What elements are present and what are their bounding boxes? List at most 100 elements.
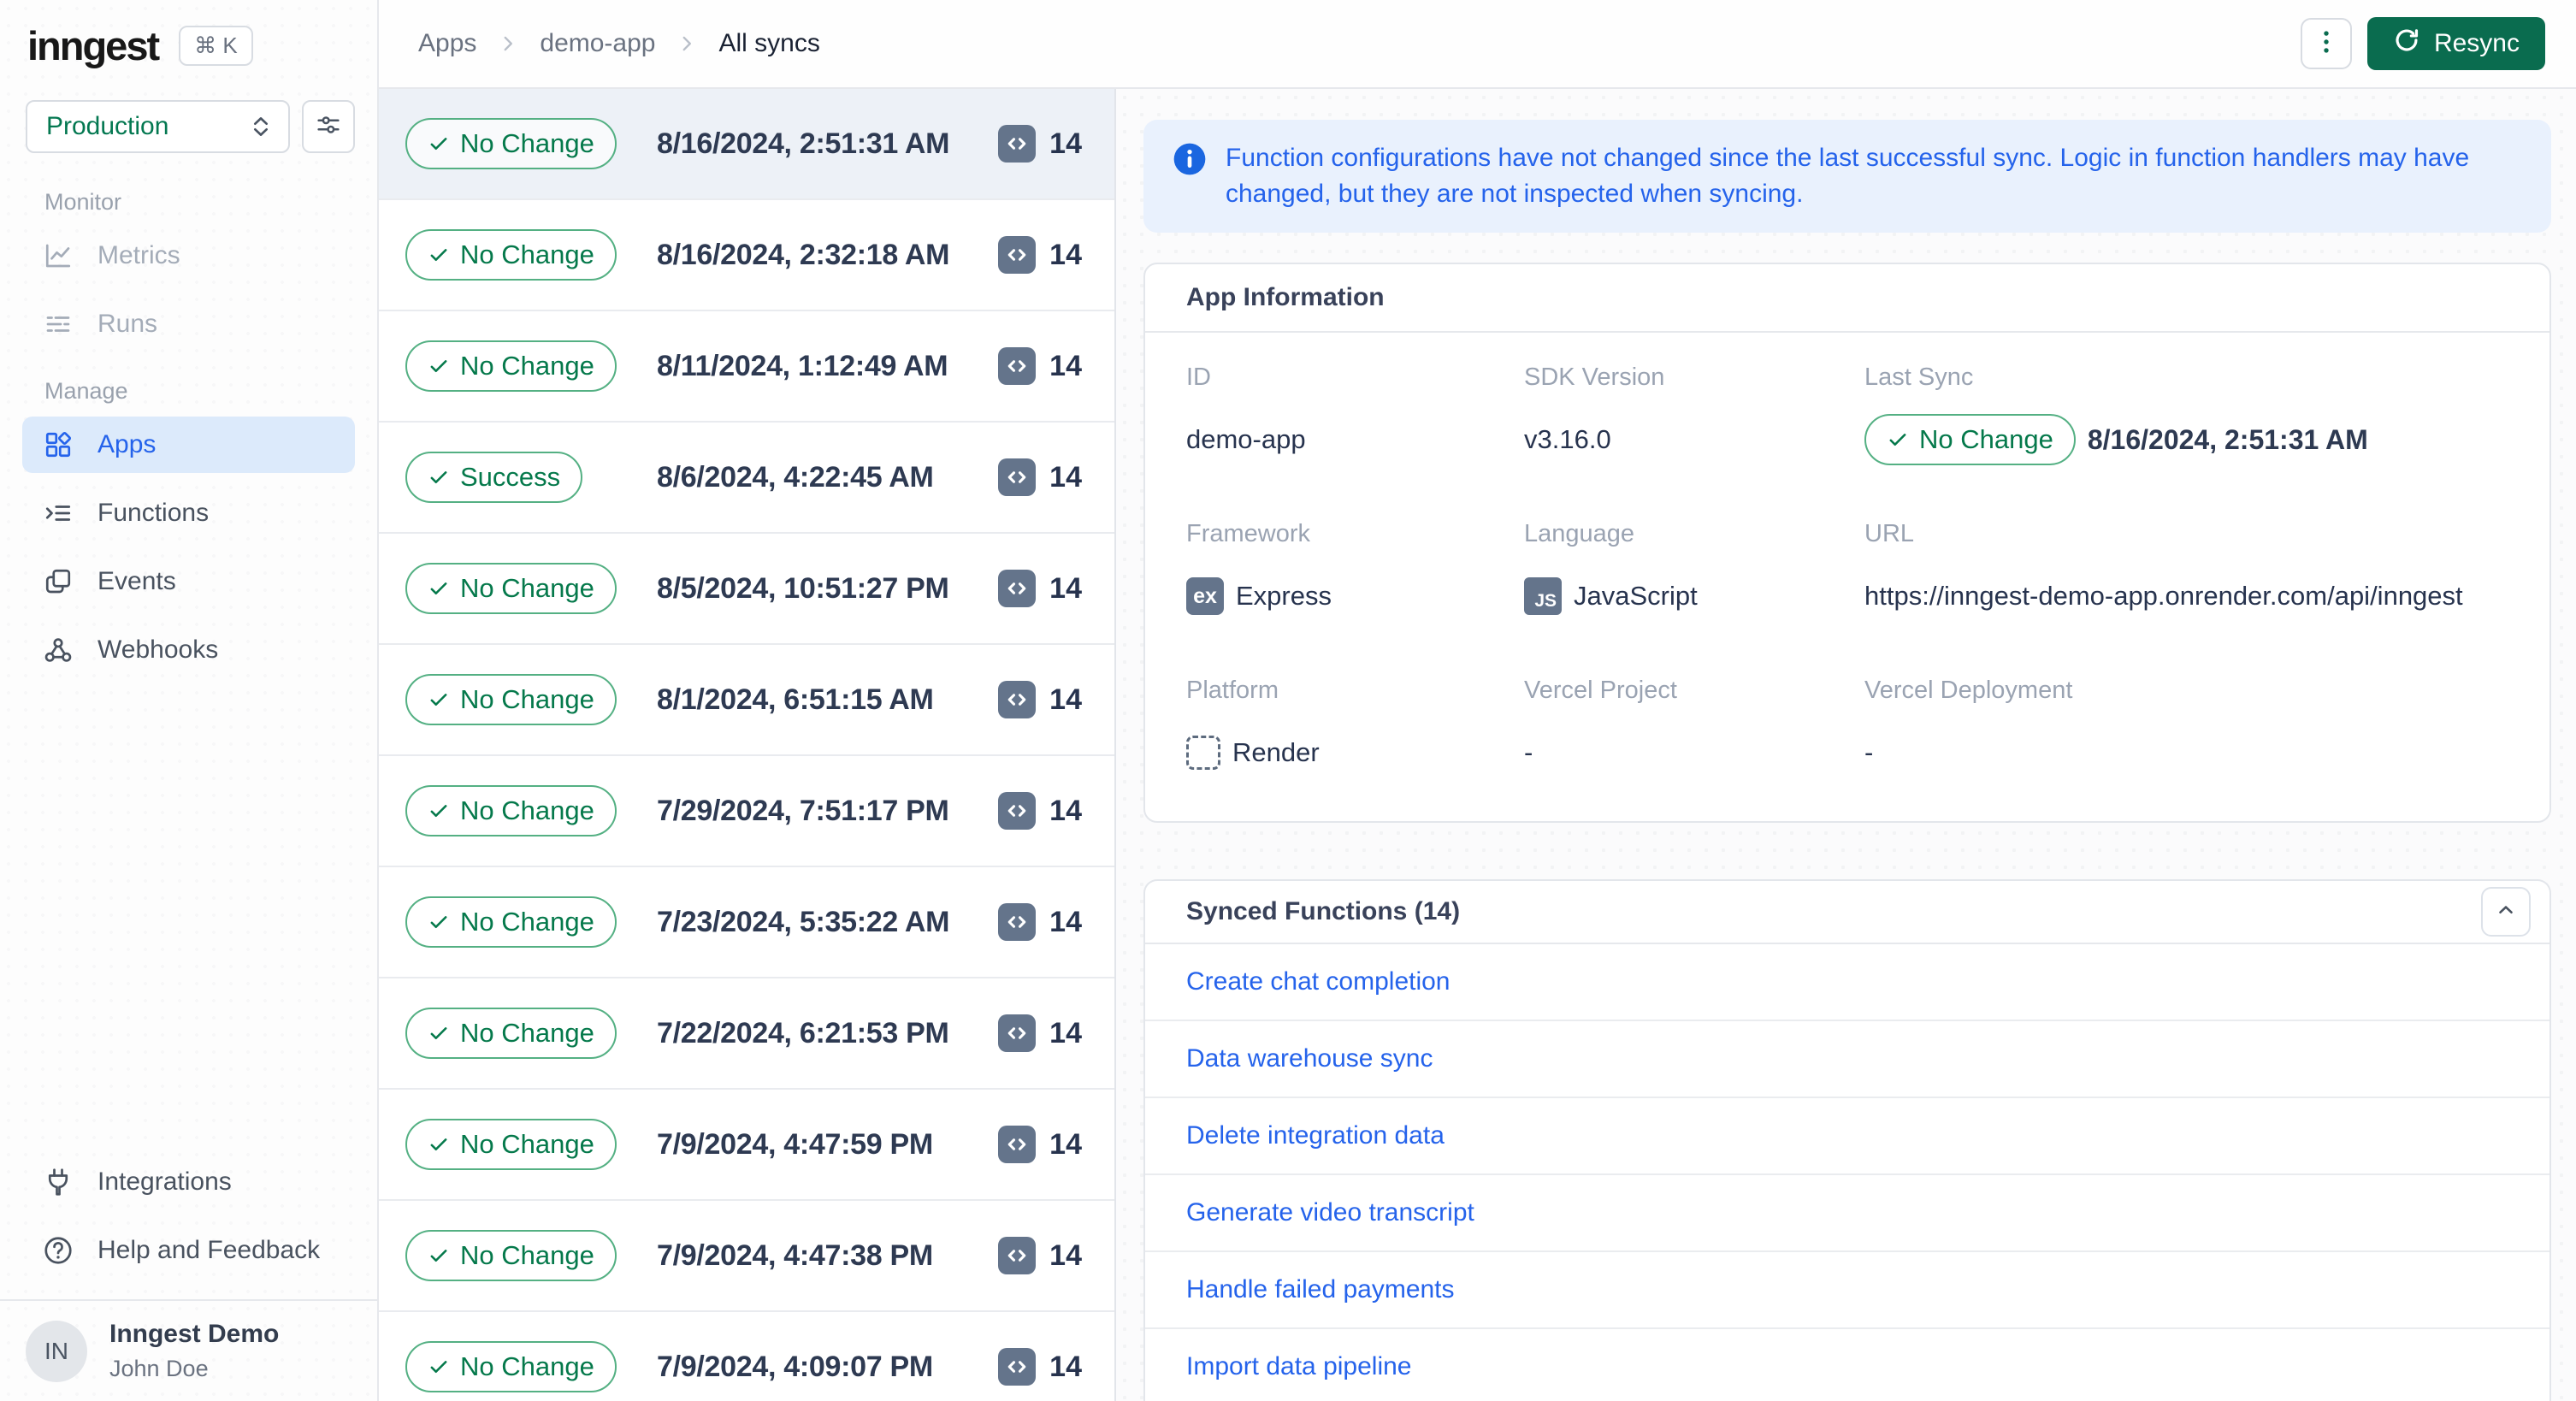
check-icon: [430, 916, 447, 929]
functions-icon: [43, 498, 74, 529]
code-icon: [998, 1237, 1037, 1274]
sidebar-item-functions[interactable]: Functions: [22, 485, 355, 541]
sync-list-item[interactable]: No Change 7/23/2024, 5:35:22 AM 14: [379, 867, 1114, 978]
app-information-card: App Information ID demo-app SDK Version …: [1143, 263, 2551, 823]
field-label: SDK Version: [1524, 364, 1665, 391]
sync-list-item[interactable]: No Change 8/16/2024, 2:32:18 AM 14: [379, 200, 1114, 311]
collapse-button[interactable]: [2481, 887, 2531, 937]
status-badge: No Change: [405, 340, 617, 392]
synced-functions-list: Create chat completion Data warehouse sy…: [1145, 944, 2549, 1401]
app-info-field-vercel-project: Vercel Project -: [1524, 651, 1864, 807]
function-count: 14: [1049, 571, 1082, 605]
chevron-right-icon: [676, 33, 698, 55]
sidebar-item-apps[interactable]: Apps: [22, 417, 355, 473]
sidebar-item-runs[interactable]: Runs: [22, 296, 355, 352]
profile-menu[interactable]: IN Inngest Demo John Doe: [0, 1299, 377, 1401]
refresh-icon: [2393, 27, 2420, 61]
environment-row: Production: [26, 100, 355, 153]
function-count: 14: [1049, 238, 1082, 271]
code-icon: [998, 792, 1037, 830]
app-information-grid: ID demo-app SDK Version v3.16.0 Last Syn…: [1145, 333, 2549, 821]
resync-button[interactable]: Resync: [2366, 17, 2545, 70]
kebab-menu-icon: [2312, 27, 2341, 61]
more-options-button[interactable]: [2300, 18, 2352, 69]
status-label: No Change: [460, 795, 594, 825]
sync-timestamp: 7/9/2024, 4:09:07 PM: [657, 1350, 933, 1383]
sync-list-item[interactable]: No Change 7/9/2024, 4:47:59 PM 14: [379, 1090, 1114, 1201]
sync-list-item[interactable]: No Change 8/1/2024, 6:51:15 AM 14: [379, 645, 1114, 756]
check-icon: [1889, 434, 1906, 446]
chevron-right-icon: [497, 33, 519, 55]
status-badge: No Change: [405, 1341, 617, 1392]
app-info-field-vercel-deployment: Vercel Deployment -: [1864, 651, 2508, 807]
function-link-delete-integration-data[interactable]: Delete integration data: [1186, 1121, 1445, 1150]
function-count: 14: [1049, 683, 1082, 716]
app-root: inngest ⌘ K Production Monitor Metrics R…: [0, 0, 2576, 1401]
sidebar: inngest ⌘ K Production Monitor Metrics R…: [0, 0, 379, 1401]
function-link-import-data-pipeline[interactable]: Import data pipeline: [1186, 1352, 1412, 1381]
nav-section-label-manage: Manage: [44, 378, 128, 404]
metrics-icon: [43, 240, 74, 271]
sync-list-item[interactable]: No Change 7/9/2024, 4:47:38 PM 14: [379, 1201, 1114, 1312]
sync-list-item[interactable]: No Change 7/22/2024, 6:21:53 PM 14: [379, 978, 1114, 1090]
check-icon: [430, 1361, 447, 1374]
synced-function-row: Create chat completion: [1145, 944, 2549, 1021]
breadcrumb-apps[interactable]: Apps: [418, 29, 476, 58]
chevrons-up-down-icon: [247, 113, 275, 140]
status-badge: No Change: [405, 229, 617, 281]
status-label: No Change: [460, 1240, 594, 1270]
function-count: 14: [1049, 460, 1082, 494]
sidebar-item-help-and-feedback[interactable]: Help and Feedback: [22, 1222, 355, 1279]
javascript-icon: JS: [1524, 577, 1562, 615]
sync-list-item[interactable]: No Change 7/29/2024, 7:51:17 PM 14: [379, 756, 1114, 867]
sync-list-item[interactable]: No Change 8/5/2024, 10:51:27 PM 14: [379, 534, 1114, 645]
command-palette-shortcut[interactable]: ⌘ K: [179, 26, 253, 66]
sidebar-item-label: Events: [97, 567, 176, 595]
check-icon: [430, 582, 447, 595]
field-label: Language: [1524, 520, 1635, 547]
app-info-field-framework: Framework ex Express: [1186, 494, 1524, 651]
integrations-icon: [43, 1167, 74, 1197]
function-count: 14: [1049, 905, 1082, 938]
check-icon: [430, 1027, 447, 1040]
sidebar-item-integrations[interactable]: Integrations: [22, 1154, 355, 1210]
sidebar-item-webhooks[interactable]: Webhooks: [22, 622, 355, 678]
inngest-logo[interactable]: inngest: [27, 22, 160, 69]
synced-functions-header: Synced Functions (14): [1145, 881, 2549, 944]
function-count: 14: [1049, 1350, 1082, 1383]
status-badge: No Change: [405, 118, 617, 169]
sync-timestamp: 8/6/2024, 4:22:45 AM: [657, 460, 934, 494]
field-label: Framework: [1186, 520, 1311, 547]
function-link-generate-video-transcript[interactable]: Generate video transcript: [1186, 1198, 1474, 1227]
info-banner: Function configurations have not changed…: [1143, 120, 2551, 233]
breadcrumb-demo-app[interactable]: demo-app: [540, 29, 655, 58]
function-link-data-warehouse-sync[interactable]: Data warehouse sync: [1186, 1044, 1433, 1073]
check-icon: [430, 471, 447, 484]
sync-list-item[interactable]: No Change 8/16/2024, 2:51:31 AM 14: [379, 89, 1114, 200]
app-info-field-url: URL https://inngest-demo-app.onrender.co…: [1864, 494, 2508, 651]
avatar: IN: [26, 1320, 87, 1382]
express-icon: ex: [1186, 577, 1224, 615]
status-label: No Change: [460, 573, 594, 603]
sidebar-item-label: Metrics: [97, 241, 180, 269]
function-count: 14: [1049, 127, 1082, 160]
breadcrumb: Apps demo-app All syncs: [418, 29, 820, 58]
sidebar-item-label: Help and Feedback: [97, 1236, 321, 1264]
sync-list-item[interactable]: No Change 7/9/2024, 4:09:07 PM 14: [379, 1312, 1114, 1401]
chevron-up-icon: [2495, 899, 2517, 925]
function-link-handle-failed-payments[interactable]: Handle failed payments: [1186, 1275, 1455, 1304]
field-label: URL: [1864, 520, 1915, 547]
environment-settings-button[interactable]: [302, 100, 355, 153]
function-link-create-chat-completion[interactable]: Create chat completion: [1186, 967, 1450, 996]
synced-function-row: Import data pipeline: [1145, 1329, 2549, 1401]
sync-list-item[interactable]: No Change 8/11/2024, 1:12:49 AM 14: [379, 311, 1114, 423]
field-label: Vercel Deployment: [1864, 677, 2073, 704]
sync-timestamp: 8/5/2024, 10:51:27 PM: [657, 571, 949, 605]
sidebar-item-metrics[interactable]: Metrics: [22, 228, 355, 284]
sidebar-item-events[interactable]: Events: [22, 553, 355, 610]
sync-list-item[interactable]: Success 8/6/2024, 4:22:45 AM 14: [379, 423, 1114, 534]
sync-timestamp: 7/9/2024, 4:47:38 PM: [657, 1238, 933, 1272]
app-information-header: App Information: [1145, 264, 2549, 333]
app-info-field-language: Language JS JavaScript: [1524, 494, 1864, 651]
environment-selector[interactable]: Production: [26, 100, 290, 153]
